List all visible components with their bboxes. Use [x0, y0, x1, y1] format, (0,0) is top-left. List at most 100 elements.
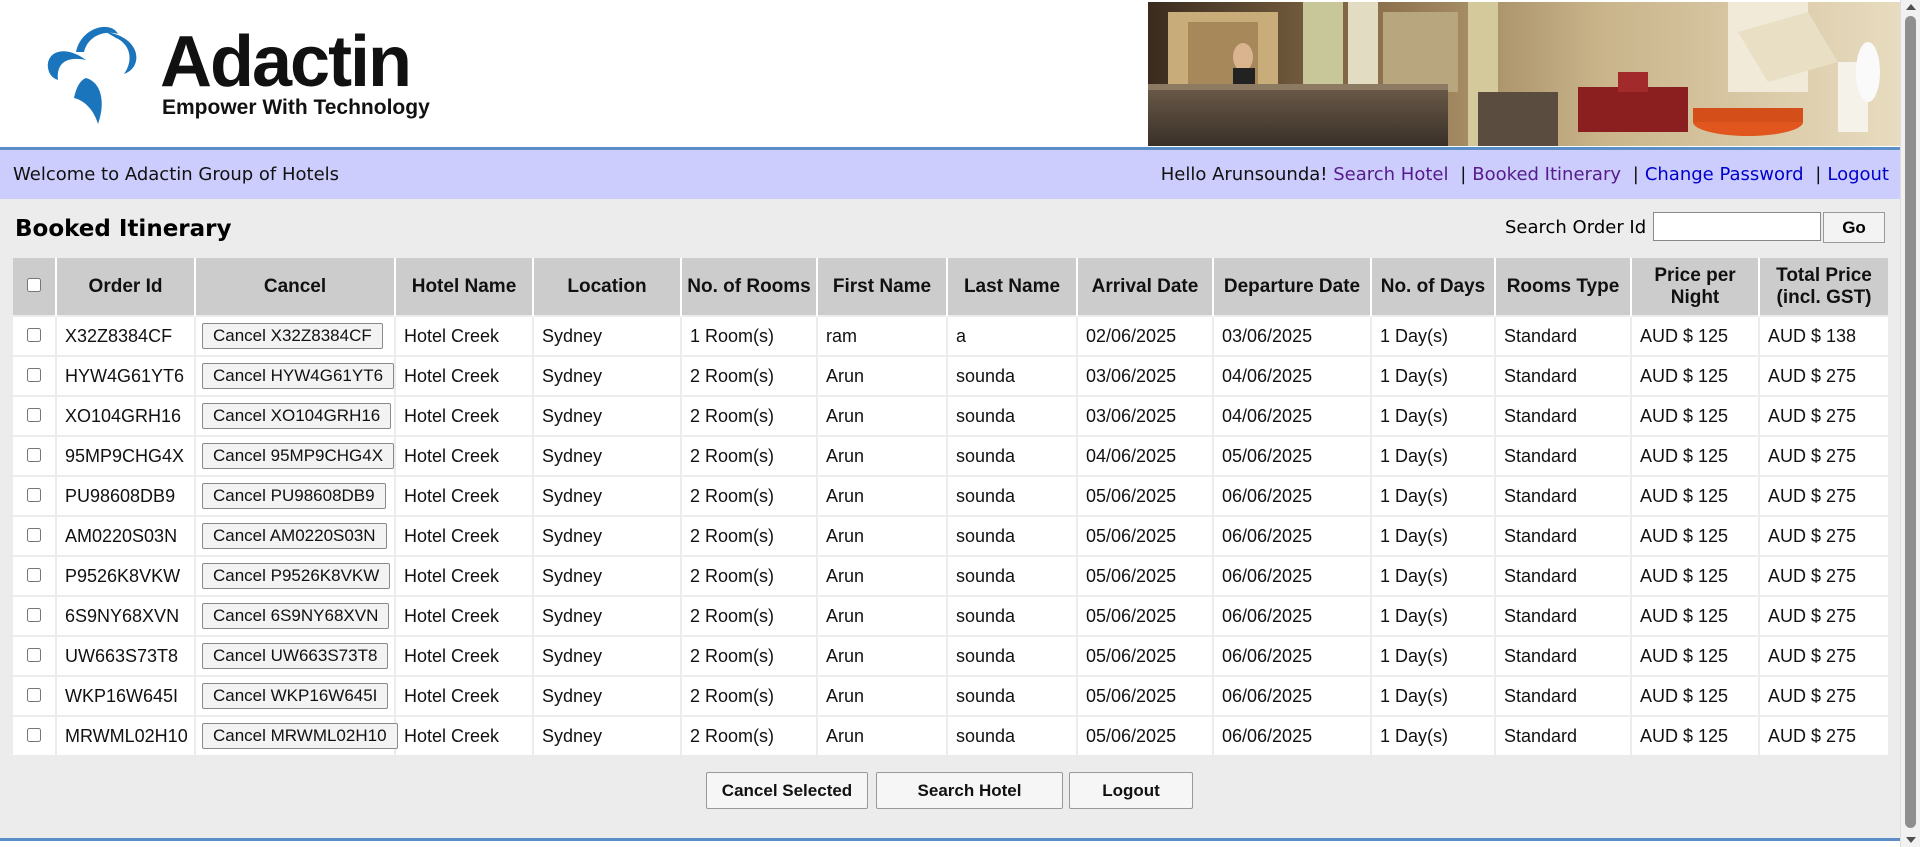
- last-name-cell: sounda: [947, 515, 1078, 556]
- nav-logout-link[interactable]: Logout: [1827, 164, 1889, 185]
- arrival-date-cell: 05/06/2025: [1077, 515, 1214, 556]
- rooms-cell: 2 Room(s): [681, 435, 818, 476]
- cancel-order-button[interactable]: Cancel HYW4G61YT6: [202, 363, 395, 389]
- order-id-cell: UW663S73T8: [56, 635, 196, 676]
- select-all-checkbox[interactable]: [27, 277, 41, 292]
- total-price-cell: AUD $ 275: [1759, 595, 1888, 636]
- logout-button[interactable]: Logout: [1069, 772, 1193, 809]
- cancel-cell: Cancel XO104GRH16: [195, 395, 396, 436]
- cancel-cell: Cancel AM0220S03N: [195, 515, 396, 556]
- rooms-cell: 2 Room(s): [681, 555, 818, 596]
- search-order-id-input[interactable]: [1653, 212, 1821, 241]
- arrival-date-cell: 05/06/2025: [1077, 475, 1214, 516]
- cancel-order-button[interactable]: Cancel AM0220S03N: [202, 523, 387, 549]
- rooms-cell: 2 Room(s): [681, 715, 818, 755]
- row-select-checkbox[interactable]: [27, 327, 41, 342]
- order-id-cell: XO104GRH16: [56, 395, 196, 436]
- location-cell: Sydney: [533, 355, 682, 396]
- hotel-name-cell: Hotel Creek: [395, 555, 534, 596]
- cancel-order-button[interactable]: Cancel XO104GRH16: [202, 403, 392, 429]
- hotel-name-cell: Hotel Creek: [395, 435, 534, 476]
- arrival-date-cell: 05/06/2025: [1077, 715, 1214, 755]
- days-cell: 1 Day(s): [1371, 635, 1496, 676]
- rooms-type-cell: Standard: [1495, 675, 1632, 716]
- days-cell: 1 Day(s): [1371, 475, 1496, 516]
- price-per-night-cell: AUD $ 125: [1631, 435, 1760, 476]
- rooms-type-cell: Standard: [1495, 715, 1632, 755]
- rooms-cell: 2 Room(s): [681, 515, 818, 556]
- first-name-cell: Arun: [817, 515, 948, 556]
- hotel-name-cell: Hotel Creek: [395, 355, 534, 396]
- select-cell: [13, 635, 57, 676]
- hotel-lobby-photo: [1148, 2, 1900, 146]
- table-row: X32Z8384CF Cancel X32Z8384CF Hotel Creek Sy…: [13, 315, 1888, 356]
- row-select-checkbox[interactable]: [27, 487, 41, 502]
- last-name-cell: sounda: [947, 355, 1078, 396]
- departure-date-cell: 06/06/2025: [1213, 635, 1372, 676]
- cancel-order-button[interactable]: Cancel P9526K8VKW: [202, 563, 391, 589]
- adactin-logo: Adactin Empower With Technology: [46, 22, 446, 132]
- cancel-cell: Cancel 95MP9CHG4X: [195, 435, 396, 476]
- table-row: AM0220S03N Cancel AM0220S03N Hotel Creek Sy…: [13, 515, 1888, 556]
- price-per-night-cell: AUD $ 125: [1631, 395, 1760, 436]
- total-price-cell: AUD $ 275: [1759, 675, 1888, 716]
- go-button[interactable]: Go: [1823, 212, 1885, 243]
- select-cell: [13, 395, 57, 436]
- nav-search-hotel-link[interactable]: Search Hotel: [1333, 164, 1448, 185]
- rooms-type-cell: Standard: [1495, 595, 1632, 636]
- row-select-checkbox[interactable]: [27, 687, 41, 702]
- cancel-order-button[interactable]: Cancel X32Z8384CF: [202, 323, 383, 349]
- row-select-checkbox[interactable]: [27, 527, 41, 542]
- scroll-down-arrow-icon[interactable]: [1906, 837, 1916, 843]
- rooms-cell: 2 Room(s): [681, 675, 818, 716]
- first-name-cell: Arun: [817, 355, 948, 396]
- cancel-order-button[interactable]: Cancel UW663S73T8: [202, 643, 389, 669]
- departure-date-cell: 04/06/2025: [1213, 355, 1372, 396]
- order-id-cell: HYW4G61YT6: [56, 355, 196, 396]
- row-select-checkbox[interactable]: [27, 727, 41, 742]
- order-id-cell: 6S9NY68XVN: [56, 595, 196, 636]
- row-select-checkbox[interactable]: [27, 407, 41, 422]
- first-name-cell: Arun: [817, 475, 948, 516]
- cancel-order-button[interactable]: Cancel 95MP9CHG4X: [202, 443, 395, 469]
- row-select-checkbox[interactable]: [27, 567, 41, 582]
- order-id-cell: X32Z8384CF: [56, 315, 196, 356]
- total-price-cell: AUD $ 138: [1759, 315, 1888, 356]
- scroll-up-arrow-icon[interactable]: [1906, 4, 1916, 10]
- table-row: UW663S73T8 Cancel UW663S73T8 Hotel Creek Sy…: [13, 635, 1888, 676]
- price-per-night-cell: AUD $ 125: [1631, 555, 1760, 596]
- days-cell: 1 Day(s): [1371, 555, 1496, 596]
- hotel-name-cell: Hotel Creek: [395, 315, 534, 356]
- days-cell: 1 Day(s): [1371, 355, 1496, 396]
- row-select-checkbox[interactable]: [27, 607, 41, 622]
- table-row: PU98608DB9 Cancel PU98608DB9 Hotel Creek Sy…: [13, 475, 1888, 516]
- hotel-name-cell: Hotel Creek: [395, 395, 534, 436]
- row-select-checkbox[interactable]: [27, 447, 41, 462]
- site-header: Adactin Empower With Technology: [0, 0, 1900, 147]
- select-cell: [13, 595, 57, 636]
- search-hotel-button[interactable]: Search Hotel: [876, 772, 1063, 809]
- last-name-cell: sounda: [947, 675, 1078, 716]
- row-select-checkbox[interactable]: [27, 367, 41, 382]
- scrollbar-thumb[interactable]: [1905, 16, 1916, 828]
- cancel-order-button[interactable]: Cancel WKP16W645I: [202, 683, 389, 709]
- select-cell: [13, 475, 57, 516]
- vertical-scrollbar[interactable]: [1900, 0, 1920, 847]
- price-per-night-cell: AUD $ 125: [1631, 635, 1760, 676]
- header-departure-date: Departure Date: [1213, 258, 1372, 316]
- arrival-date-cell: 04/06/2025: [1077, 435, 1214, 476]
- nav-change-password-link[interactable]: Change Password: [1645, 164, 1804, 185]
- header-no-of-rooms: No. of Rooms: [681, 258, 818, 316]
- cancel-cell: Cancel UW663S73T8: [195, 635, 396, 676]
- nav-booked-itinerary-link[interactable]: Booked Itinerary: [1472, 164, 1621, 185]
- cancel-order-button[interactable]: Cancel PU98608DB9: [202, 483, 386, 509]
- location-cell: Sydney: [533, 515, 682, 556]
- cancel-order-button[interactable]: Cancel MRWML02H10: [202, 723, 398, 749]
- total-price-cell: AUD $ 275: [1759, 475, 1888, 516]
- cancel-order-button[interactable]: Cancel 6S9NY68XVN: [202, 603, 390, 629]
- location-cell: Sydney: [533, 435, 682, 476]
- location-cell: Sydney: [533, 715, 682, 755]
- header-total-price: Total Price (incl. GST): [1759, 258, 1888, 316]
- row-select-checkbox[interactable]: [27, 647, 41, 662]
- cancel-selected-button[interactable]: Cancel Selected: [706, 772, 868, 809]
